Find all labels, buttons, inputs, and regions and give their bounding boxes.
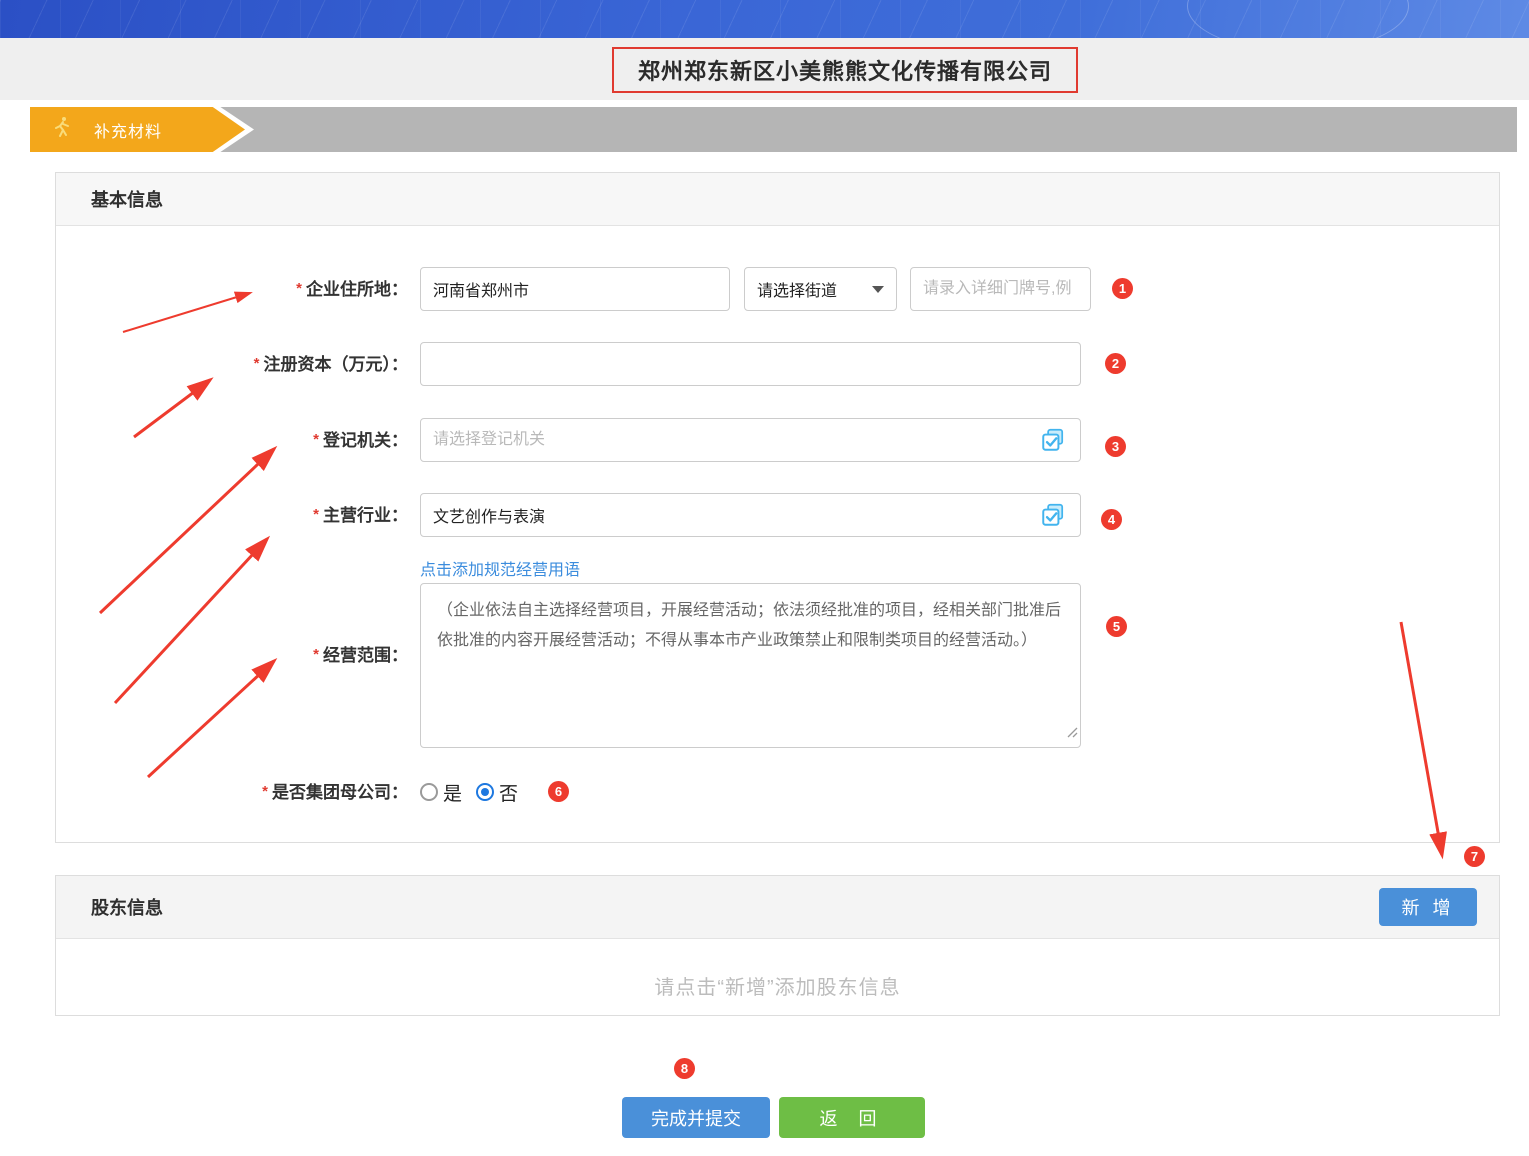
runner-icon: [52, 116, 72, 143]
basic-info-header: 基本信息: [56, 173, 1499, 226]
back-button[interactable]: 返 回: [779, 1097, 925, 1138]
submit-button[interactable]: 完成并提交: [622, 1097, 770, 1138]
industry-picker-icon[interactable]: [1040, 502, 1066, 533]
scope-textarea[interactable]: （企业依法自主选择经营项目，开展经营活动；依法须经批准的项目，经相关部门批准后依…: [420, 583, 1081, 748]
annotation-badge-2: 2: [1105, 353, 1126, 374]
required-asterisk: *: [254, 355, 260, 372]
required-asterisk: *: [313, 646, 319, 663]
radio-no[interactable]: 否: [476, 779, 518, 806]
annotation-badge-8: 8: [674, 1058, 695, 1079]
radio-no-dot[interactable]: [476, 783, 494, 801]
shareholders-empty-hint: 请点击“新增”添加股东信息: [56, 971, 1499, 1000]
radio-yes-dot[interactable]: [420, 783, 438, 801]
tab-label: 补充材料: [94, 118, 162, 142]
required-asterisk: *: [296, 280, 302, 297]
add-shareholder-button[interactable]: 新 增: [1379, 888, 1477, 926]
tab-body: 补充材料: [30, 107, 245, 152]
required-asterisk: *: [313, 431, 319, 448]
annotation-badge-7: 7: [1464, 846, 1485, 867]
shareholders-title: 股东信息: [91, 894, 163, 920]
scope-label: *经营范围：: [55, 633, 408, 678]
capital-input[interactable]: [420, 342, 1081, 386]
industry-input[interactable]: [420, 493, 1081, 537]
annotation-badge-1: 1: [1112, 278, 1133, 299]
required-asterisk: *: [262, 783, 268, 800]
group-parent-label: *是否集团母公司：: [55, 770, 408, 815]
industry-label: *主营行业：: [55, 493, 408, 538]
radio-yes[interactable]: 是: [420, 779, 462, 806]
annotation-badge-4: 4: [1101, 509, 1122, 530]
add-standard-terms-link[interactable]: 点击添加规范经营用语: [420, 556, 580, 580]
scope-textarea-wrap: （企业依法自主选择经营项目，开展经营活动；依法须经批准的项目，经相关部门批准后依…: [420, 583, 1081, 748]
address-input[interactable]: [420, 267, 730, 311]
header-banner: [0, 0, 1529, 38]
annotation-badge-3: 3: [1105, 436, 1126, 457]
required-asterisk: *: [313, 506, 319, 523]
company-title: 郑州郑东新区小美熊熊文化传播有限公司: [638, 54, 1052, 86]
registry-label: *登记机关：: [55, 418, 408, 463]
registry-input[interactable]: [420, 418, 1081, 462]
registry-picker-icon[interactable]: [1040, 427, 1066, 458]
group-parent-radio-group: 是 否: [420, 780, 518, 804]
company-title-box: 郑州郑东新区小美熊熊文化传播有限公司: [612, 47, 1078, 93]
chevron-down-icon: [872, 286, 884, 293]
street-select[interactable]: 请选择街道: [744, 267, 897, 311]
shareholders-panel: 股东信息 新 增 请点击“新增”添加股东信息: [55, 875, 1500, 1016]
address-detail-input[interactable]: [910, 267, 1091, 311]
tab-supplementary-materials[interactable]: 补充材料: [30, 107, 254, 152]
annotation-badge-6: 6: [548, 781, 569, 802]
annotation-badge-5: 5: [1106, 616, 1127, 637]
shareholders-header: 股东信息 新 增: [56, 876, 1499, 939]
basic-info-title: 基本信息: [91, 186, 163, 212]
radio-yes-label: 是: [443, 779, 462, 806]
street-select-value: 请选择街道: [757, 277, 837, 301]
address-label: *企业住所地：: [55, 267, 408, 312]
capital-label: *注册资本（万元）：: [55, 342, 408, 387]
resize-handle-icon[interactable]: [1067, 725, 1078, 743]
radio-no-label: 否: [499, 779, 518, 806]
